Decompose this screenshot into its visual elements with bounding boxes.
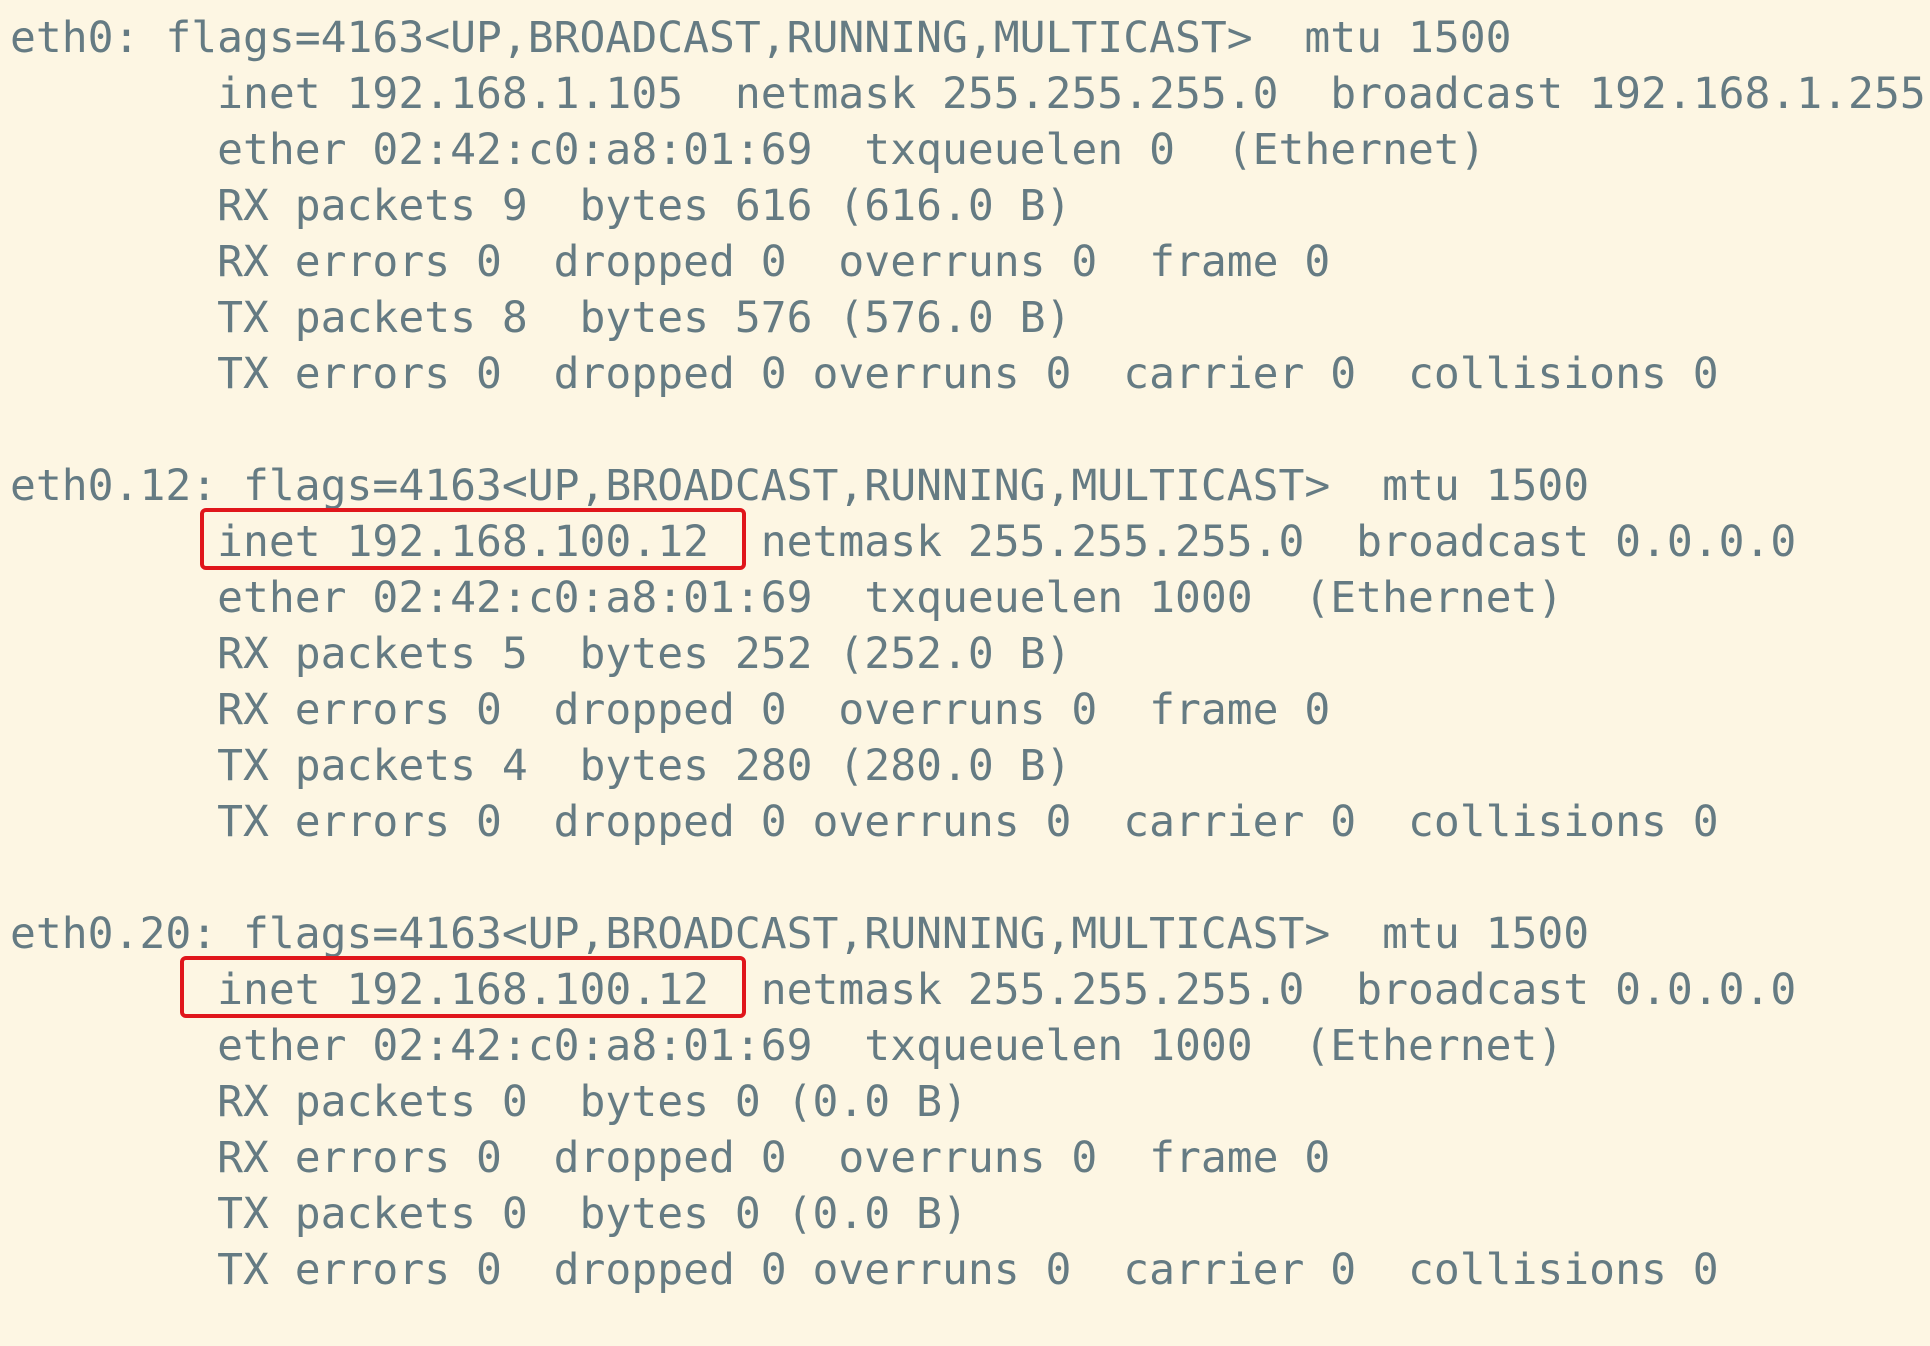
terminal-line-eth0-rx-errors: RX errors 0 dropped 0 overruns 0 frame 0 [10, 237, 1331, 287]
terminal-line-eth0-flags: eth0: flags=4163<UP,BROADCAST,RUNNING,MU… [10, 13, 1512, 63]
terminal-line-eth0-ether: ether 02:42:c0:a8:01:69 txqueuelen 0 (Et… [10, 125, 1486, 175]
terminal-line-eth0-tx-errors: TX errors 0 dropped 0 overruns 0 carrier… [10, 349, 1719, 399]
terminal-line-eth0-12-rx-packets: RX packets 5 bytes 252 (252.0 B) [10, 629, 1072, 679]
inet-highlight-box-eth0-12 [200, 508, 746, 570]
terminal-line-eth0-12-rx-errors: RX errors 0 dropped 0 overruns 0 frame 0 [10, 685, 1331, 735]
terminal-line-eth0-20-ether: ether 02:42:c0:a8:01:69 txqueuelen 1000 … [10, 1021, 1564, 1071]
terminal-line-eth0-12-ether: ether 02:42:c0:a8:01:69 txqueuelen 1000 … [10, 573, 1564, 623]
terminal-line-eth0-rx-packets: RX packets 9 bytes 616 (616.0 B) [10, 181, 1072, 231]
terminal-line-eth0-20-tx-errors: TX errors 0 dropped 0 overruns 0 carrier… [10, 1245, 1719, 1295]
terminal-output[interactable]: eth0: flags=4163<UP,BROADCAST,RUNNING,MU… [0, 0, 1930, 1346]
terminal-line-eth0-12-tx-errors: TX errors 0 dropped 0 overruns 0 carrier… [10, 797, 1719, 847]
terminal-line-eth0-20-rx-errors: RX errors 0 dropped 0 overruns 0 frame 0 [10, 1133, 1331, 1183]
terminal-line-eth0-20-flags: eth0.20: flags=4163<UP,BROADCAST,RUNNING… [10, 909, 1590, 959]
inet-highlight-box-eth0-20 [180, 956, 746, 1018]
terminal-line-eth0-20-rx-packets: RX packets 0 bytes 0 (0.0 B) [10, 1077, 968, 1127]
terminal-line-eth0-inet: inet 192.168.1.105 netmask 255.255.255.0… [10, 69, 1926, 119]
terminal-line-eth0-12-flags: eth0.12: flags=4163<UP,BROADCAST,RUNNING… [10, 461, 1590, 511]
terminal-line-eth0-tx-packets: TX packets 8 bytes 576 (576.0 B) [10, 293, 1072, 343]
terminal-line-eth0-20-tx-packets: TX packets 0 bytes 0 (0.0 B) [10, 1189, 968, 1239]
terminal-line-eth0-12-tx-packets: TX packets 4 bytes 280 (280.0 B) [10, 741, 1072, 791]
